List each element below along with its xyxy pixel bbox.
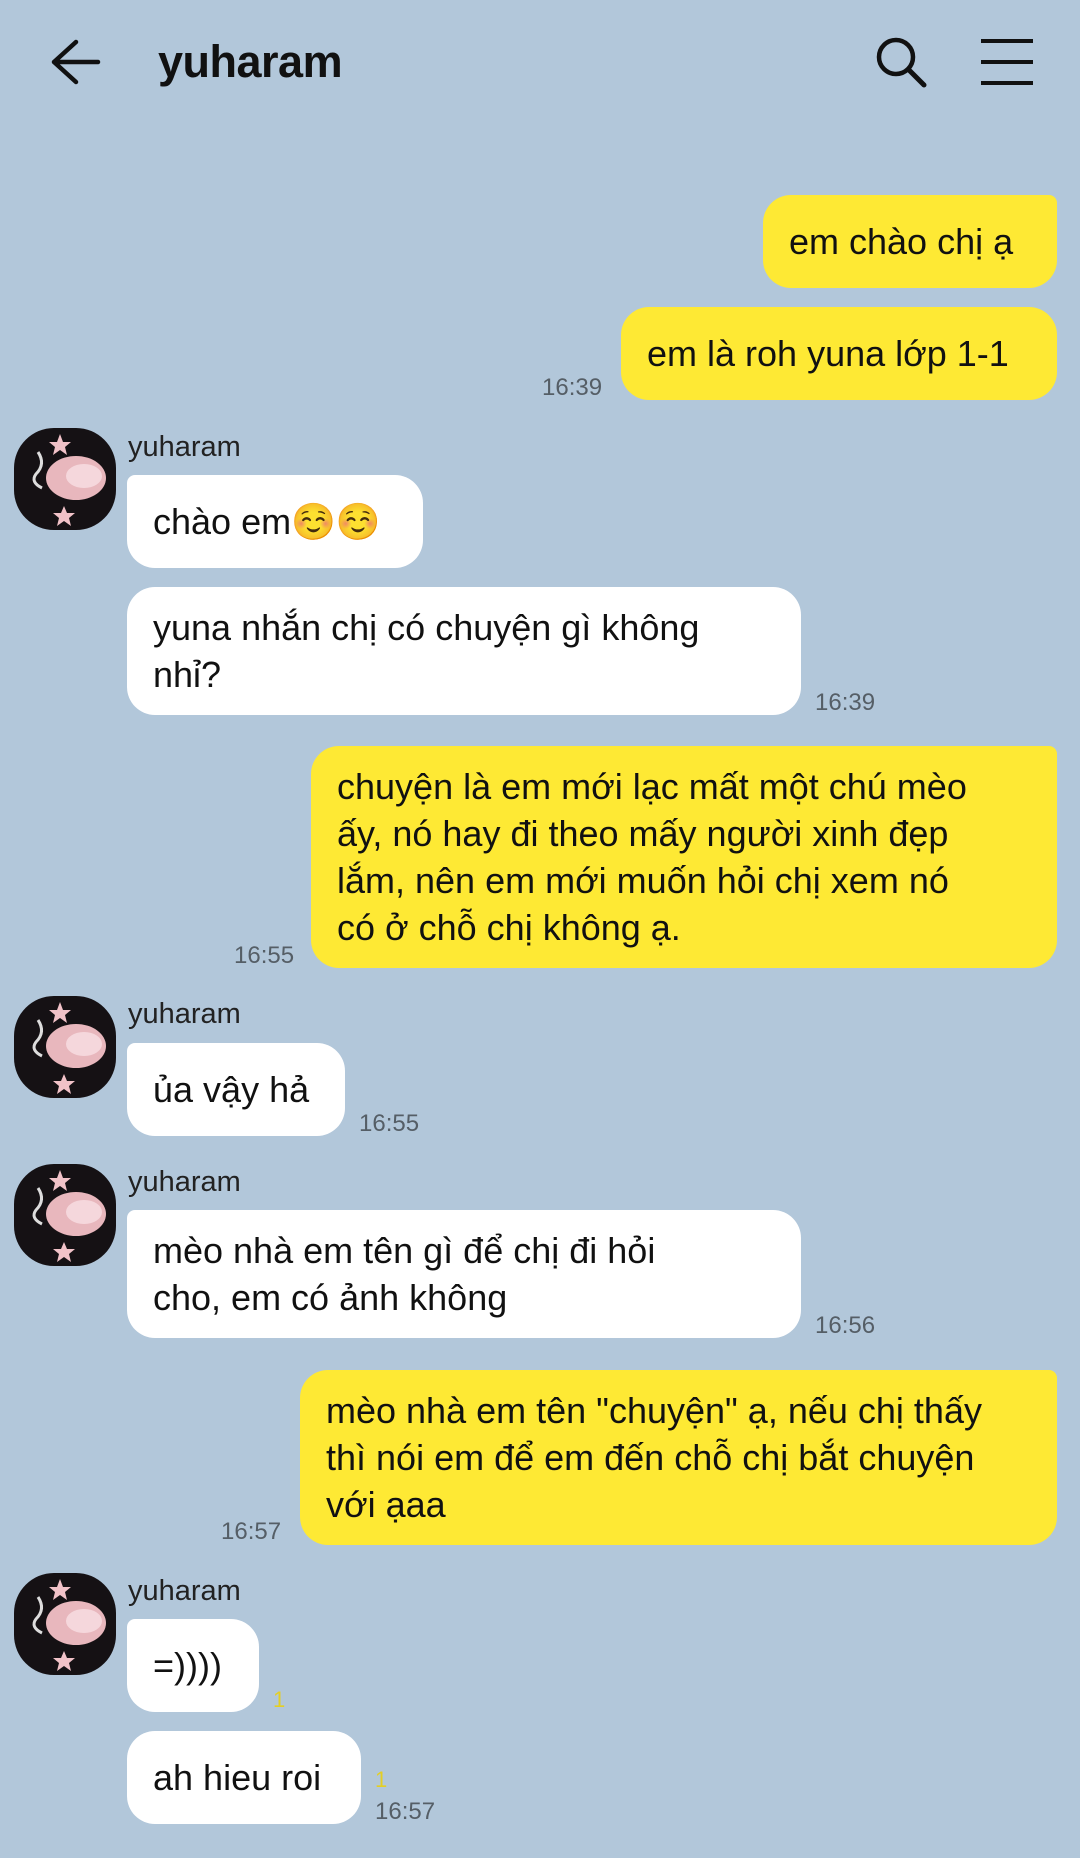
message-text: mèo nhà em tên "chuyện" ạ, nếu chị thấy … xyxy=(326,1390,982,1525)
message-timestamp: 16:57 xyxy=(221,1518,282,1545)
message-text: ủa vậy hả xyxy=(153,1069,310,1110)
sender-name: yuharam xyxy=(128,998,241,1030)
avatar[interactable] xyxy=(14,1573,116,1675)
sender-name: yuharam xyxy=(128,1575,241,1607)
message-text: chuyện là em mới lạc mất một chú mèo ấy,… xyxy=(337,766,967,948)
message-text: chào em☺️☺️ xyxy=(153,501,381,542)
chat-header: yuharam xyxy=(0,0,1080,125)
message-timestamp: 16:56 xyxy=(815,1312,876,1339)
message-timestamp: 16:55 xyxy=(359,1110,420,1137)
my-message-bubble[interactable]: chuyện là em mới lạc mất một chú mèo ấy,… xyxy=(311,746,1057,968)
my-message-bubble[interactable]: em chào chị ạ xyxy=(763,195,1057,288)
search-icon[interactable] xyxy=(873,34,929,90)
their-message-bubble[interactable]: =)))) xyxy=(127,1619,259,1712)
their-message-bubble[interactable]: yuna nhắn chị có chuyện gì không nhỉ? xyxy=(127,587,801,715)
message-timestamp: 16:57 xyxy=(375,1798,436,1825)
avatar[interactable] xyxy=(14,996,116,1098)
sender-name: yuharam xyxy=(128,1166,241,1198)
avatar[interactable] xyxy=(14,428,116,530)
unread-count: 1 xyxy=(273,1687,286,1712)
my-message-bubble[interactable]: mèo nhà em tên "chuyện" ạ, nếu chị thấy … xyxy=(300,1370,1057,1545)
message-text: ah hieu roi xyxy=(153,1757,322,1798)
message-text: =)))) xyxy=(153,1645,222,1686)
message-text: em chào chị ạ xyxy=(789,221,1014,262)
their-message-bubble[interactable]: ủa vậy hả xyxy=(127,1043,345,1136)
my-message-bubble[interactable]: em là roh yuna lớp 1-1 xyxy=(621,307,1057,400)
hamburger-menu-icon[interactable] xyxy=(978,36,1036,88)
chat-screen: yuharam em chào chị ạ em là roh yuna lớp… xyxy=(0,0,1080,1858)
their-message-bubble[interactable]: mèo nhà em tên gì để chị đi hỏi cho, em … xyxy=(127,1210,801,1338)
arrow-left-icon[interactable] xyxy=(50,38,102,86)
message-timestamp: 16:39 xyxy=(542,374,603,401)
sender-name: yuharam xyxy=(128,431,241,463)
their-message-bubble[interactable]: chào em☺️☺️ xyxy=(127,475,423,568)
their-message-bubble[interactable]: ah hieu roi xyxy=(127,1731,361,1824)
message-text: em là roh yuna lớp 1-1 xyxy=(647,333,1009,374)
message-timestamp: 16:39 xyxy=(815,689,876,716)
avatar[interactable] xyxy=(14,1164,116,1266)
chat-title: yuharam xyxy=(158,36,343,87)
unread-count: 1 xyxy=(375,1767,388,1792)
message-text: yuna nhắn chị có chuyện gì không nhỉ? xyxy=(153,607,700,695)
message-timestamp: 16:55 xyxy=(234,942,295,969)
message-text: mèo nhà em tên gì để chị đi hỏi cho, em … xyxy=(153,1230,656,1318)
